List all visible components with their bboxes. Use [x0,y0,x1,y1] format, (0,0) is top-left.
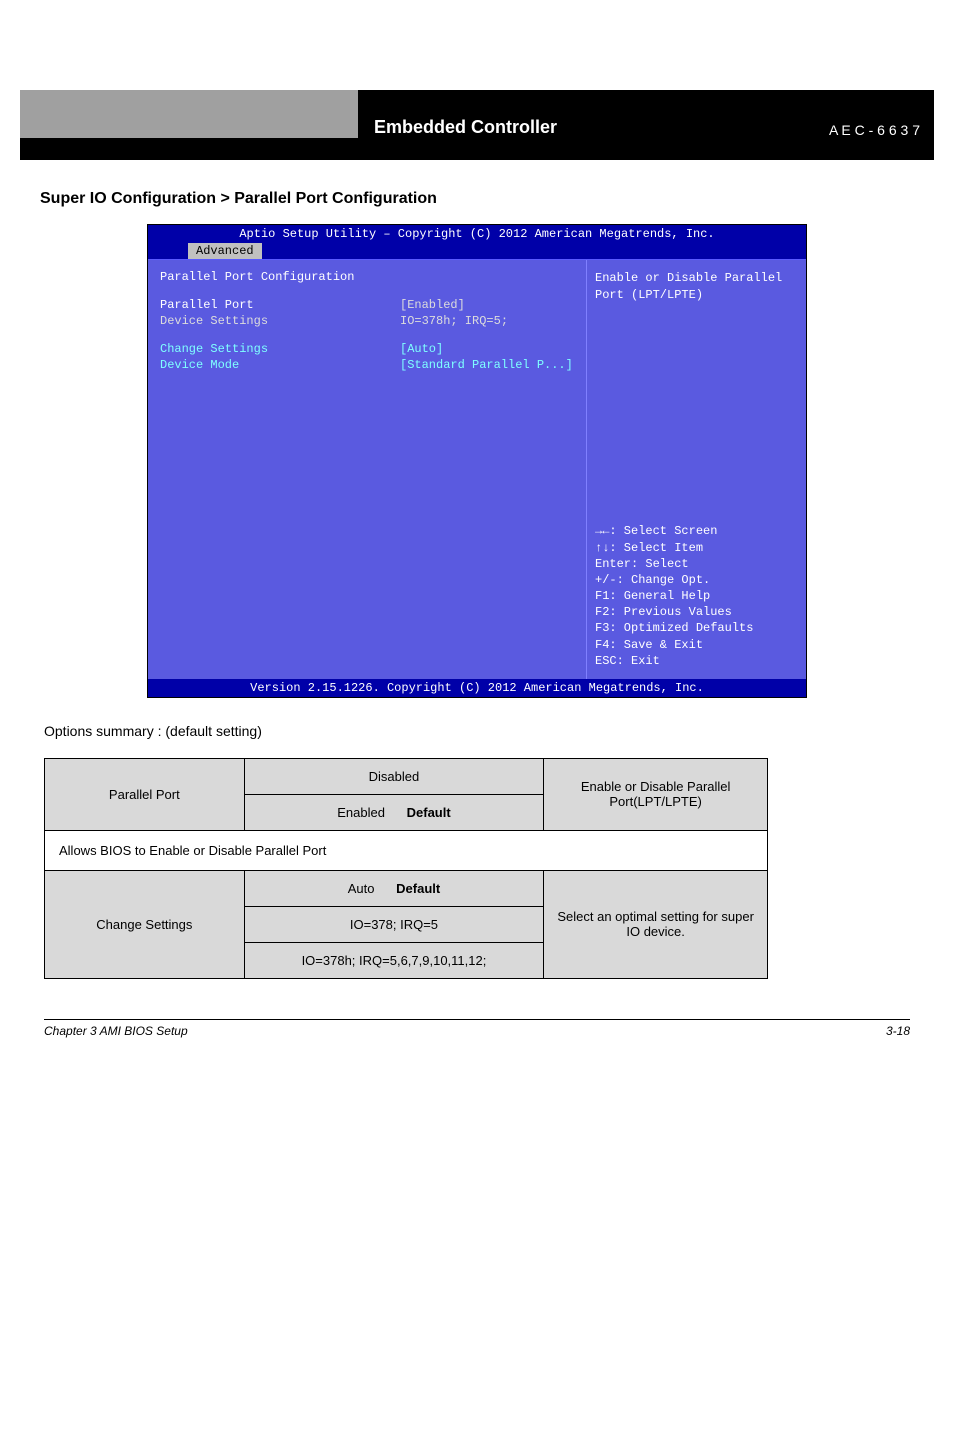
bios-nav-legend: →←: Select Screen ↑↓: Select Item Enter:… [595,523,798,669]
options-summary-label: Options summary : (default setting) [44,722,910,742]
table-row: Parallel Port Disabled Enable or Disable… [45,758,768,794]
table-row-full: Allows BIOS to Enable or Disable Paralle… [45,830,768,870]
bios-section-title: Parallel Port Configuration [160,270,574,284]
bios-help-text: Enable or Disable Parallel Port (LPT/LPT… [595,270,798,304]
bios-row-device-settings: Device Settings IO=378h; IRQ=5; [160,314,574,328]
tab-advanced[interactable]: Advanced [188,243,262,259]
opt-value: IO=378h; IRQ=5,6,7,9,10,11,12; [244,942,544,978]
footer-chapter: Chapter 3 AMI BIOS Setup [44,1024,188,1038]
bios-footer: Version 2.15.1226. Copyright (C) 2012 Am… [148,679,806,697]
bios-row-parallel-port[interactable]: Parallel Port [Enabled] [160,298,574,312]
board-name: Embedded Controller [374,117,829,138]
bios-title-bar: Aptio Setup Utility – Copyright (C) 2012… [148,225,806,243]
footer-page-number: 3-18 [886,1024,910,1038]
options-table: Parallel Port Disabled Enable or Disable… [44,758,768,979]
opt-value: Auto Default [244,870,544,906]
opt-desc: Enable or Disable Parallel Port(LPT/LPTE… [544,758,768,830]
chapter-banner: Embedded Controller A E C - 6 6 3 7 [20,90,934,160]
opt-value: Disabled [244,758,544,794]
brand-model: A E C - 6 6 3 7 [829,122,920,138]
bios-tab-row: Advanced [148,243,806,259]
opt-full-desc: Allows BIOS to Enable or Disable Paralle… [45,830,768,870]
banner-left-box [20,90,360,140]
bios-main-panel: Parallel Port Configuration Parallel Por… [148,260,586,679]
opt-name: Parallel Port [45,758,245,830]
page-footer: Chapter 3 AMI BIOS Setup 3-18 [44,1019,910,1038]
banner-right-box: Embedded Controller A E C - 6 6 3 7 [360,90,934,140]
opt-desc: Select an optimal setting for super IO d… [544,870,768,978]
opt-name: Change Settings [45,870,245,978]
bios-row-change-settings[interactable]: Change Settings [Auto] [160,342,574,356]
section-heading: Super IO Configuration > Parallel Port C… [40,190,934,208]
bios-screenshot: Aptio Setup Utility – Copyright (C) 2012… [147,224,807,698]
bios-row-device-mode[interactable]: Device Mode [Standard Parallel P...] [160,358,574,372]
table-row: Change Settings Auto Default Select an o… [45,870,768,906]
bios-help-panel: Enable or Disable Parallel Port (LPT/LPT… [586,260,806,679]
opt-value: IO=378; IRQ=5 [244,906,544,942]
opt-value: Enabled Default [244,794,544,830]
